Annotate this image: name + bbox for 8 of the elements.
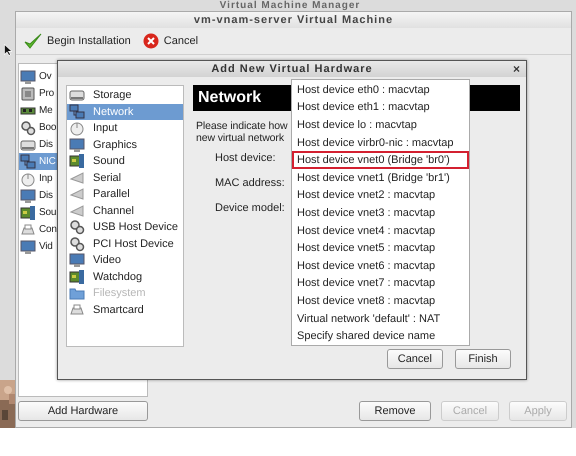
dialog-title: Add New Virtual Hardware (211, 63, 373, 75)
field-label: Host device: (215, 152, 276, 165)
description-text: Please indicate how (196, 120, 288, 132)
window-title: vm-vnam-server Virtual Machine (16, 12, 571, 28)
field-label: MAC address: (215, 177, 285, 190)
field-label: Device model: (215, 202, 285, 215)
window-title: Virtual Machine Manager (218, 0, 362, 11)
description-text: new virtual network (196, 132, 284, 144)
